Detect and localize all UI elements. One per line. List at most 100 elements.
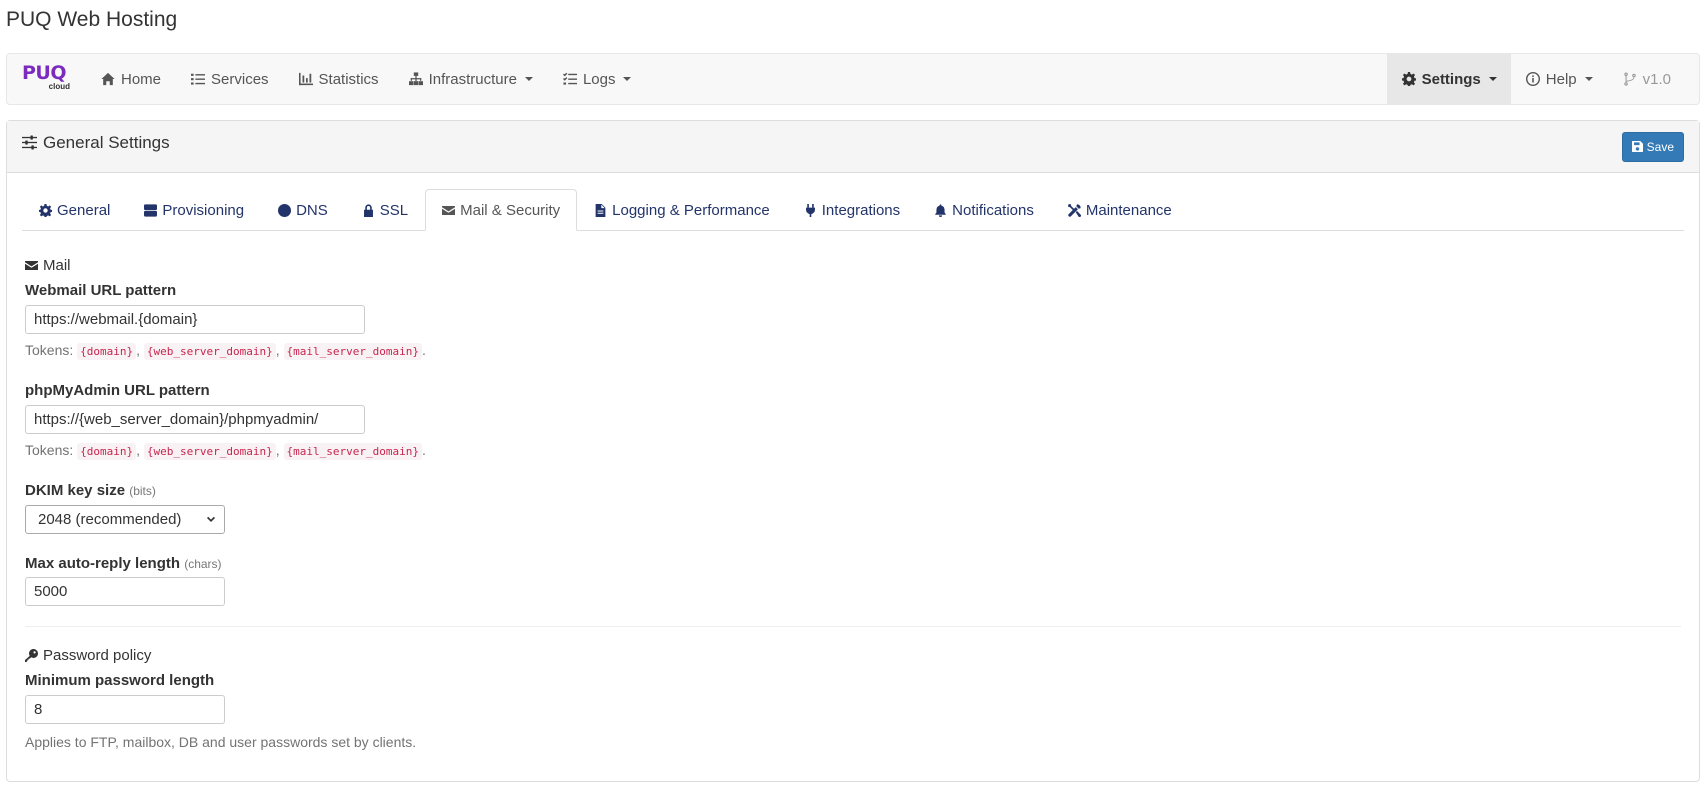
tab-mail-security[interactable]: Mail & Security [425, 189, 578, 231]
server-icon [144, 203, 158, 217]
chevron-down-icon [207, 516, 215, 522]
tab-provisioning[interactable]: Provisioning [127, 189, 261, 231]
tab-logging-performance-label: Logging & Performance [612, 201, 770, 219]
min-password-length-label: Minimum password length [25, 672, 215, 689]
bell-icon [935, 203, 946, 217]
sitemap-icon [408, 72, 423, 86]
nav-services-label: Services [211, 70, 269, 88]
auto-reply-length-input[interactable] [25, 577, 225, 606]
general-settings-panel: General Settings Save General Provisioni… [6, 120, 1700, 782]
nav-settings[interactable]: Settings [1386, 54, 1511, 104]
list-icon [191, 73, 206, 85]
token-web-server-domain: {web_server_domain} [143, 443, 276, 460]
mail-security-content: Mail Webmail URL pattern Tokens: {domain… [22, 257, 1684, 750]
auto-reply-length-unit: (chars) [184, 557, 222, 571]
min-password-length-input[interactable] [25, 695, 225, 724]
chevron-down-icon [524, 77, 533, 81]
chevron-down-icon [623, 77, 632, 81]
chevron-down-icon [1584, 77, 1593, 81]
nav-infrastructure-label: Infrastructure [428, 70, 517, 88]
nav-statistics[interactable]: Statistics [284, 54, 394, 104]
mail-section-heading: Mail [25, 257, 1681, 274]
tab-notifications[interactable]: Notifications [917, 189, 1051, 231]
tab-provisioning-label: Provisioning [162, 201, 245, 219]
auto-reply-length-label-text: Max auto-reply length [25, 555, 181, 572]
token-domain: {domain} [77, 343, 137, 360]
floppy-icon [1631, 141, 1643, 152]
envelope-icon [442, 205, 456, 215]
nav-logs-label: Logs [582, 70, 616, 88]
key-icon [25, 649, 38, 662]
nav-version[interactable]: v1.0 [1608, 54, 1699, 104]
section-divider [25, 626, 1681, 627]
tab-general-label: General [57, 201, 111, 219]
brand-logo-sub: cloud [48, 82, 70, 91]
plug-icon [805, 203, 815, 217]
list-check-icon [562, 72, 577, 85]
nav-help[interactable]: Help [1511, 54, 1608, 104]
branch-icon [1623, 72, 1636, 86]
webmail-url-label: Webmail URL pattern [25, 282, 177, 299]
dkim-key-size-label-text: DKIM key size [25, 482, 126, 499]
dkim-key-size-select[interactable]: 2048 (recommended) [25, 505, 225, 534]
webmail-url-input[interactable] [25, 305, 365, 334]
nav-home-label: Home [121, 70, 162, 88]
lock-icon [363, 203, 373, 217]
dkim-key-size-value: 2048 (recommended) [38, 511, 182, 528]
tab-integrations-label: Integrations [821, 201, 901, 219]
nav-home[interactable]: Home [86, 54, 176, 104]
tools-icon [1067, 203, 1081, 217]
tab-general[interactable]: General [22, 189, 127, 231]
token-mail-server-domain: {mail_server_domain} [283, 343, 422, 360]
brand-logo-main: PUQ [22, 62, 67, 84]
auto-reply-length-label: Max auto-reply length (chars) [25, 555, 1681, 572]
password-section-title: Password policy [43, 647, 152, 664]
tab-ssl[interactable]: SSL [345, 189, 425, 231]
home-icon [101, 72, 115, 86]
gear-icon [39, 203, 52, 217]
tab-maintenance[interactable]: Maintenance [1051, 189, 1189, 231]
nav-services[interactable]: Services [176, 54, 284, 104]
nav-help-label: Help [1545, 70, 1577, 88]
nav-logs[interactable]: Logs [548, 54, 647, 104]
app-title: PUQ Web Hosting [6, 8, 178, 31]
dkim-key-size-unit: (bits) [129, 484, 156, 498]
tab-integrations[interactable]: Integrations [787, 189, 917, 231]
token-web-server-domain: {web_server_domain} [143, 343, 276, 360]
file-icon [595, 203, 606, 217]
nav-version-label: v1.0 [1642, 70, 1671, 88]
nav-settings-label: Settings [1421, 70, 1481, 88]
info-icon [1525, 72, 1540, 86]
token-domain: {domain} [77, 443, 137, 460]
panel-heading: General Settings Save [7, 121, 1699, 173]
password-section-heading: Password policy [25, 647, 1681, 664]
tab-mail-security-label: Mail & Security [460, 201, 561, 219]
tab-maintenance-label: Maintenance [1085, 201, 1172, 219]
phpmyadmin-url-input[interactable] [25, 405, 365, 434]
tokens-prefix: Tokens: [25, 442, 74, 458]
panel-title: General Settings [22, 133, 170, 153]
gear-icon [1401, 72, 1416, 86]
navbar: PUQ cloud Home Services Statistics Infra… [6, 53, 1700, 105]
globe-icon [278, 203, 292, 217]
brand-logo[interactable]: PUQ cloud [22, 64, 72, 94]
tab-logging-performance[interactable]: Logging & Performance [577, 189, 787, 231]
tab-ssl-label: SSL [379, 201, 409, 219]
tokens-prefix: Tokens: [25, 342, 74, 358]
tab-dns[interactable]: DNS [261, 189, 345, 231]
dkim-key-size-label: DKIM key size (bits) [25, 482, 1681, 499]
phpmyadmin-tokens-help: Tokens: {domain}, {web_server_domain}, {… [25, 442, 426, 460]
save-button[interactable]: Save [1621, 131, 1684, 162]
min-password-length-help: Applies to FTP, mailbox, DB and user pas… [25, 734, 417, 750]
tab-notifications-label: Notifications [952, 201, 1034, 219]
nav-statistics-label: Statistics [318, 70, 379, 88]
panel-title-text: General Settings [43, 132, 170, 152]
nav-infrastructure[interactable]: Infrastructure [394, 54, 548, 104]
envelope-icon [25, 261, 38, 270]
mail-section-title: Mail [43, 257, 71, 274]
chart-icon [298, 72, 313, 86]
tab-dns-label: DNS [296, 201, 328, 219]
webmail-tokens-help: Tokens: {domain}, {web_server_domain}, {… [25, 342, 426, 360]
phpmyadmin-url-label: phpMyAdmin URL pattern [25, 382, 210, 399]
token-mail-server-domain: {mail_server_domain} [283, 443, 422, 460]
